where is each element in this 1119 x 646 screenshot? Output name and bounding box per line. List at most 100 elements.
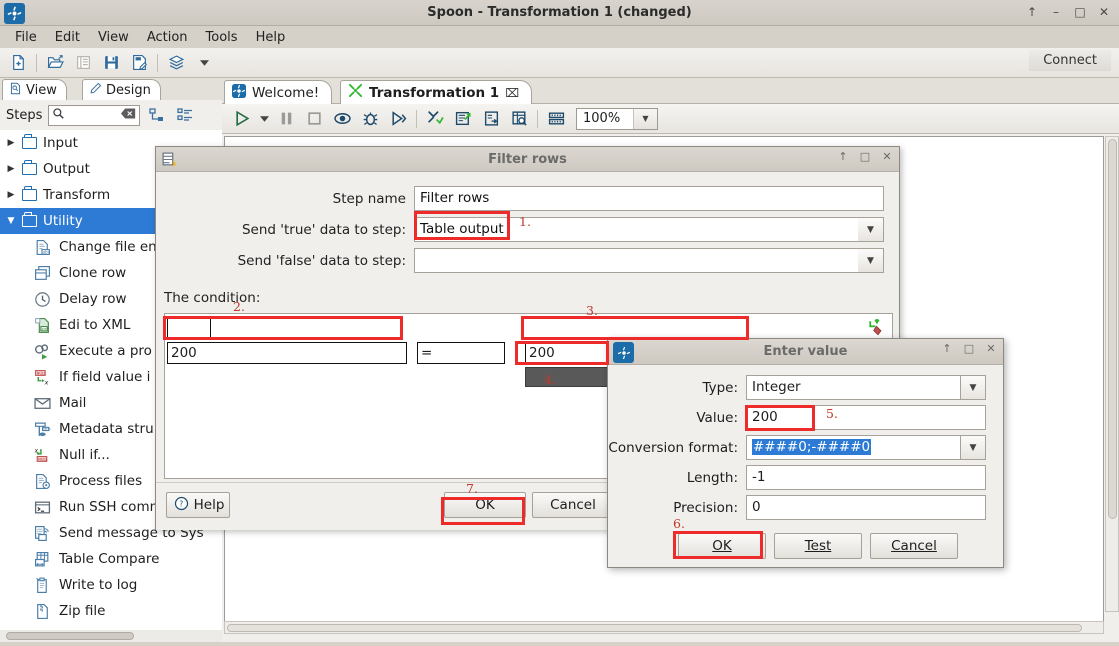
filter-dialog-cancel-button[interactable]: Cancel <box>532 492 614 518</box>
chevron-down-icon[interactable]: ▼ <box>960 435 986 460</box>
debug-icon[interactable] <box>356 106 384 132</box>
canvas-vertical-scrollbar[interactable] <box>1105 136 1119 612</box>
save-icon[interactable] <box>97 50 125 76</box>
send-false-data-combo[interactable] <box>414 248 858 273</box>
chevron-down-icon[interactable] <box>190 50 218 76</box>
change-file-encoding-icon: abc <box>34 239 51 256</box>
write-to-log-icon <box>34 577 51 594</box>
chevron-down-icon[interactable]: ▼ <box>633 108 657 129</box>
maximize-button[interactable]: □ <box>1069 2 1091 22</box>
conversion-format-value: ####0;-####0 <box>752 439 872 455</box>
grid-icon[interactable] <box>542 106 570 132</box>
length-field[interactable]: -1 <box>746 465 986 490</box>
chevron-right-icon[interactable]: ▶ <box>6 138 16 148</box>
conversion-format-combo[interactable]: ####0;-####0 <box>746 435 960 460</box>
menu-item-tools[interactable]: Tools <box>197 28 247 47</box>
value-dialog-ok-button[interactable]: OK <box>678 533 766 559</box>
send-false-row: Send 'false' data to step: ▼ <box>156 248 893 273</box>
restore-button[interactable]: ↑ <box>939 342 955 355</box>
scrollbar-thumb[interactable] <box>6 632 134 640</box>
explore-repository-icon[interactable] <box>69 50 97 76</box>
menu-item-view[interactable]: View <box>89 28 138 47</box>
stop-icon[interactable] <box>300 106 328 132</box>
help-button[interactable]: ? Help <box>166 492 230 518</box>
chevron-down-icon[interactable]: ▼ <box>858 248 884 273</box>
value-dialog-test-button[interactable]: Test <box>774 533 862 559</box>
close-button[interactable]: ✕ <box>1093 2 1115 22</box>
value-dialog-cancel-button[interactable]: Cancel <box>870 533 958 559</box>
steps-search-bar: Steps <box>0 100 222 130</box>
zoom-combo[interactable]: 100% ▼ <box>576 107 658 130</box>
chevron-down-icon[interactable]: ▼ <box>858 217 884 242</box>
restore-button[interactable]: ↑ <box>1021 2 1043 22</box>
menu-item-file[interactable]: File <box>6 28 46 47</box>
value-field[interactable]: 200 <box>746 405 986 430</box>
send-true-data-combo[interactable]: Table output <box>414 217 858 242</box>
value-ok-label: OK <box>712 538 732 554</box>
search-input[interactable] <box>48 104 141 126</box>
logs-icon[interactable] <box>477 106 505 132</box>
maximize-button[interactable]: □ <box>961 342 977 355</box>
replay-icon[interactable] <box>384 106 412 132</box>
folder-icon <box>22 134 37 149</box>
step-name-row: Step name Filter rows <box>156 186 893 211</box>
restore-button[interactable]: ↑ <box>835 150 851 163</box>
open-file-icon[interactable] <box>41 50 69 76</box>
step-name-input[interactable]: Filter rows <box>414 186 884 211</box>
tab-welcome[interactable]: Welcome! <box>224 80 333 104</box>
pause-icon[interactable] <box>272 106 300 132</box>
type-combo[interactable]: Integer <box>746 375 960 400</box>
scrollbar-thumb[interactable] <box>1108 139 1117 519</box>
expand-tree-icon[interactable] <box>146 104 168 126</box>
steps-tree-horizontal-scrollbar[interactable] <box>0 630 222 642</box>
maximize-button[interactable]: □ <box>857 150 873 163</box>
if-field-value-null-icon: NULL x <box>34 369 51 386</box>
align-icon[interactable] <box>421 106 449 132</box>
run-options-arrow-icon[interactable] <box>256 106 272 132</box>
tab-view[interactable]: View <box>2 79 67 100</box>
svg-text:xml: xml <box>41 327 48 331</box>
canvas-horizontal-scrollbar[interactable] <box>224 621 1104 634</box>
tree-label: Clone row <box>59 265 127 281</box>
run-ssh-command-icon <box>34 499 51 516</box>
chevron-down-icon[interactable]: ▼ <box>960 375 986 400</box>
zoom-level-value: 100% <box>583 111 621 126</box>
tree-step-write-to-log[interactable]: Write to log <box>0 572 222 598</box>
condition-operator-field[interactable]: = <box>417 342 505 364</box>
tree-label: Zip file <box>59 603 106 619</box>
run-icon[interactable] <box>228 106 256 132</box>
close-icon[interactable]: ⌧ <box>505 86 519 100</box>
condition-left-field[interactable]: 200 <box>167 342 407 364</box>
tab-transformation-1[interactable]: Transformation 1 ⌧ <box>340 80 533 104</box>
tree-step-zip-file[interactable]: Zip file <box>0 598 222 624</box>
tree-step-table-compare[interactable]: Table Compare <box>0 546 222 572</box>
tab-design[interactable]: Design <box>82 79 161 100</box>
connect-button[interactable]: Connect <box>1029 50 1111 71</box>
inspect-data-icon[interactable] <box>505 106 533 132</box>
metrics-icon[interactable] <box>449 106 477 132</box>
menu-item-action[interactable]: Action <box>138 28 197 47</box>
menu-item-edit[interactable]: Edit <box>46 28 89 47</box>
minimize-button[interactable]: – <box>1045 2 1067 22</box>
value-cancel-label: Cancel <box>891 538 937 554</box>
close-button[interactable]: ✕ <box>879 150 895 163</box>
clear-icon[interactable] <box>121 108 136 123</box>
menu-item-help[interactable]: Help <box>247 28 295 47</box>
filter-dialog-ok-button[interactable]: OK <box>444 492 526 518</box>
preview-icon[interactable] <box>328 106 356 132</box>
precision-field[interactable]: 0 <box>746 495 986 520</box>
chevron-right-icon[interactable]: ▶ <box>6 190 16 200</box>
condition-value-button[interactable] <box>525 367 615 387</box>
save-as-icon[interactable] <box>125 50 153 76</box>
condition-not-field[interactable] <box>167 317 211 339</box>
scrollbar-thumb[interactable] <box>227 624 1082 632</box>
chevron-right-icon[interactable]: ▶ <box>6 164 16 174</box>
add-condition-icon[interactable] <box>868 319 886 337</box>
tree-label: Edi to XML <box>59 317 131 333</box>
close-button[interactable]: ✕ <box>983 342 999 355</box>
step-name-label: Step name <box>332 190 406 207</box>
layers-icon[interactable] <box>162 50 190 76</box>
chevron-down-icon[interactable]: ▼ <box>6 216 16 226</box>
new-file-icon[interactable] <box>4 50 32 76</box>
collapse-tree-icon[interactable] <box>174 104 196 126</box>
